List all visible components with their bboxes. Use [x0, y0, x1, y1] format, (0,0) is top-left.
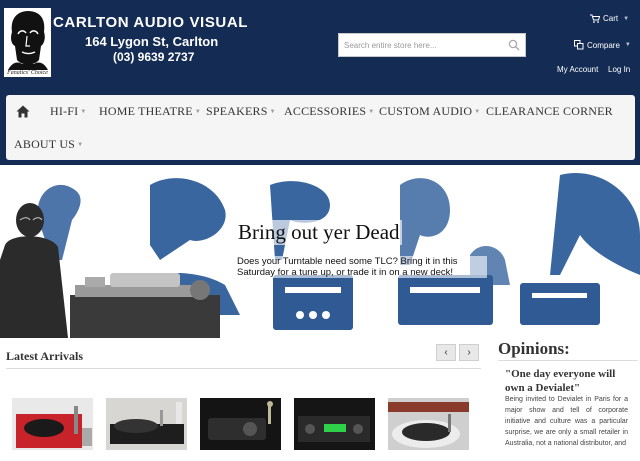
chevron-down-icon: ▼ [474, 109, 481, 116]
nav-label: SPEAKERS [206, 104, 268, 118]
store-name: CARLTON AUDIO VISUAL [53, 14, 249, 31]
carousel-next-button[interactable]: › [459, 344, 479, 361]
product-thumbnail[interactable] [294, 398, 375, 450]
nav-item-clearance-corner[interactable]: CLEARANCE CORNER [486, 104, 613, 119]
opinions-title: Opinions: [498, 339, 570, 358]
store-address: 164 Lygon St, Carlton [85, 34, 219, 49]
red-turntable-image [12, 398, 93, 450]
nav-item-home-theatre[interactable]: HOME THEATRE ▼ [99, 104, 201, 119]
promo-banner[interactable]: Bring out yer Dead Does your Turntable n… [0, 165, 640, 338]
face-portrait-icon [4, 8, 51, 70]
banner-title: Bring out yer Dead [236, 220, 402, 245]
nav-label: ACCESSORIES [284, 104, 367, 118]
search-box [338, 33, 526, 57]
compare-link[interactable]: Compare ▼ [574, 40, 631, 50]
nav-label: HOME THEATRE [99, 104, 193, 118]
latest-arrivals-title: Latest Arrivals [6, 349, 83, 363]
main-navigation: HI-FI ▼ HOME THEATRE ▼ SPEAKERS ▼ ACCESSORI… [0, 88, 640, 165]
gramophone-collage-illustration [0, 173, 640, 338]
compare-icon [574, 40, 584, 50]
site-header: Fanatics' Choice CARLTON AUDIO VISUAL 16… [0, 0, 640, 88]
home-icon[interactable] [16, 105, 30, 118]
amplifier-image [294, 398, 375, 450]
cart-icon [590, 14, 600, 23]
chevron-down-icon: ▼ [194, 109, 201, 116]
product-thumbnail[interactable] [388, 398, 469, 450]
search-input[interactable] [339, 34, 504, 56]
nav-label: HI-FI [50, 104, 79, 118]
logo-caption: Fanatics' Choice [7, 70, 48, 76]
chevron-down-icon: ▼ [269, 109, 276, 116]
opinion-quote[interactable]: "One day everyone will own a Devialet" [505, 367, 635, 395]
section-divider [6, 368, 481, 369]
nav-item-custom-audio[interactable]: CUSTOM AUDIO ▼ [379, 104, 480, 119]
compare-caret-icon: ▼ [624, 42, 631, 48]
cart-label: Cart [603, 14, 619, 23]
cart-link[interactable]: Cart ▼ [590, 14, 629, 23]
compare-label: Compare [587, 40, 620, 50]
nav-bar: HI-FI ▼ HOME THEATRE ▼ SPEAKERS ▼ ACCESSORI… [6, 95, 635, 160]
nav-label: CLEARANCE CORNER [486, 104, 613, 118]
product-thumbnail[interactable] [200, 398, 281, 450]
cart-caret-icon: ▼ [623, 15, 630, 22]
nav-item-speakers[interactable]: SPEAKERS ▼ [206, 104, 276, 119]
store-logo[interactable]: Fanatics' Choice [4, 8, 51, 77]
my-account-link[interactable]: My Account [557, 65, 598, 74]
carousel-prev-button[interactable]: ‹ [436, 344, 456, 361]
opinion-body: Being invited to Devialet in Paris for a… [505, 396, 628, 447]
product-thumbnail[interactable] [12, 398, 93, 450]
chevron-down-icon: ▼ [80, 109, 87, 116]
nav-item-accessories[interactable]: ACCESSORIES ▼ [284, 104, 374, 119]
chevron-down-icon: ▼ [77, 142, 84, 149]
login-link[interactable]: Log In [608, 65, 630, 74]
search-icon[interactable] [508, 39, 520, 51]
nav-label: CUSTOM AUDIO [379, 104, 473, 118]
nav-label: ABOUT US [14, 137, 76, 151]
product-thumbnail[interactable] [106, 398, 187, 450]
projector-image [200, 398, 281, 450]
store-phone: (03) 9639 2737 [113, 50, 195, 64]
banner-text: Does your Turntable need some TLC? Bring… [237, 256, 487, 278]
opinions-divider [498, 360, 638, 361]
turntable-image [106, 398, 187, 450]
chevron-down-icon: ▼ [368, 109, 375, 116]
nav-item-hi-fi[interactable]: HI-FI ▼ [50, 104, 86, 119]
nav-item-about-us[interactable]: ABOUT US ▼ [14, 137, 83, 152]
record-player-image [388, 398, 469, 450]
